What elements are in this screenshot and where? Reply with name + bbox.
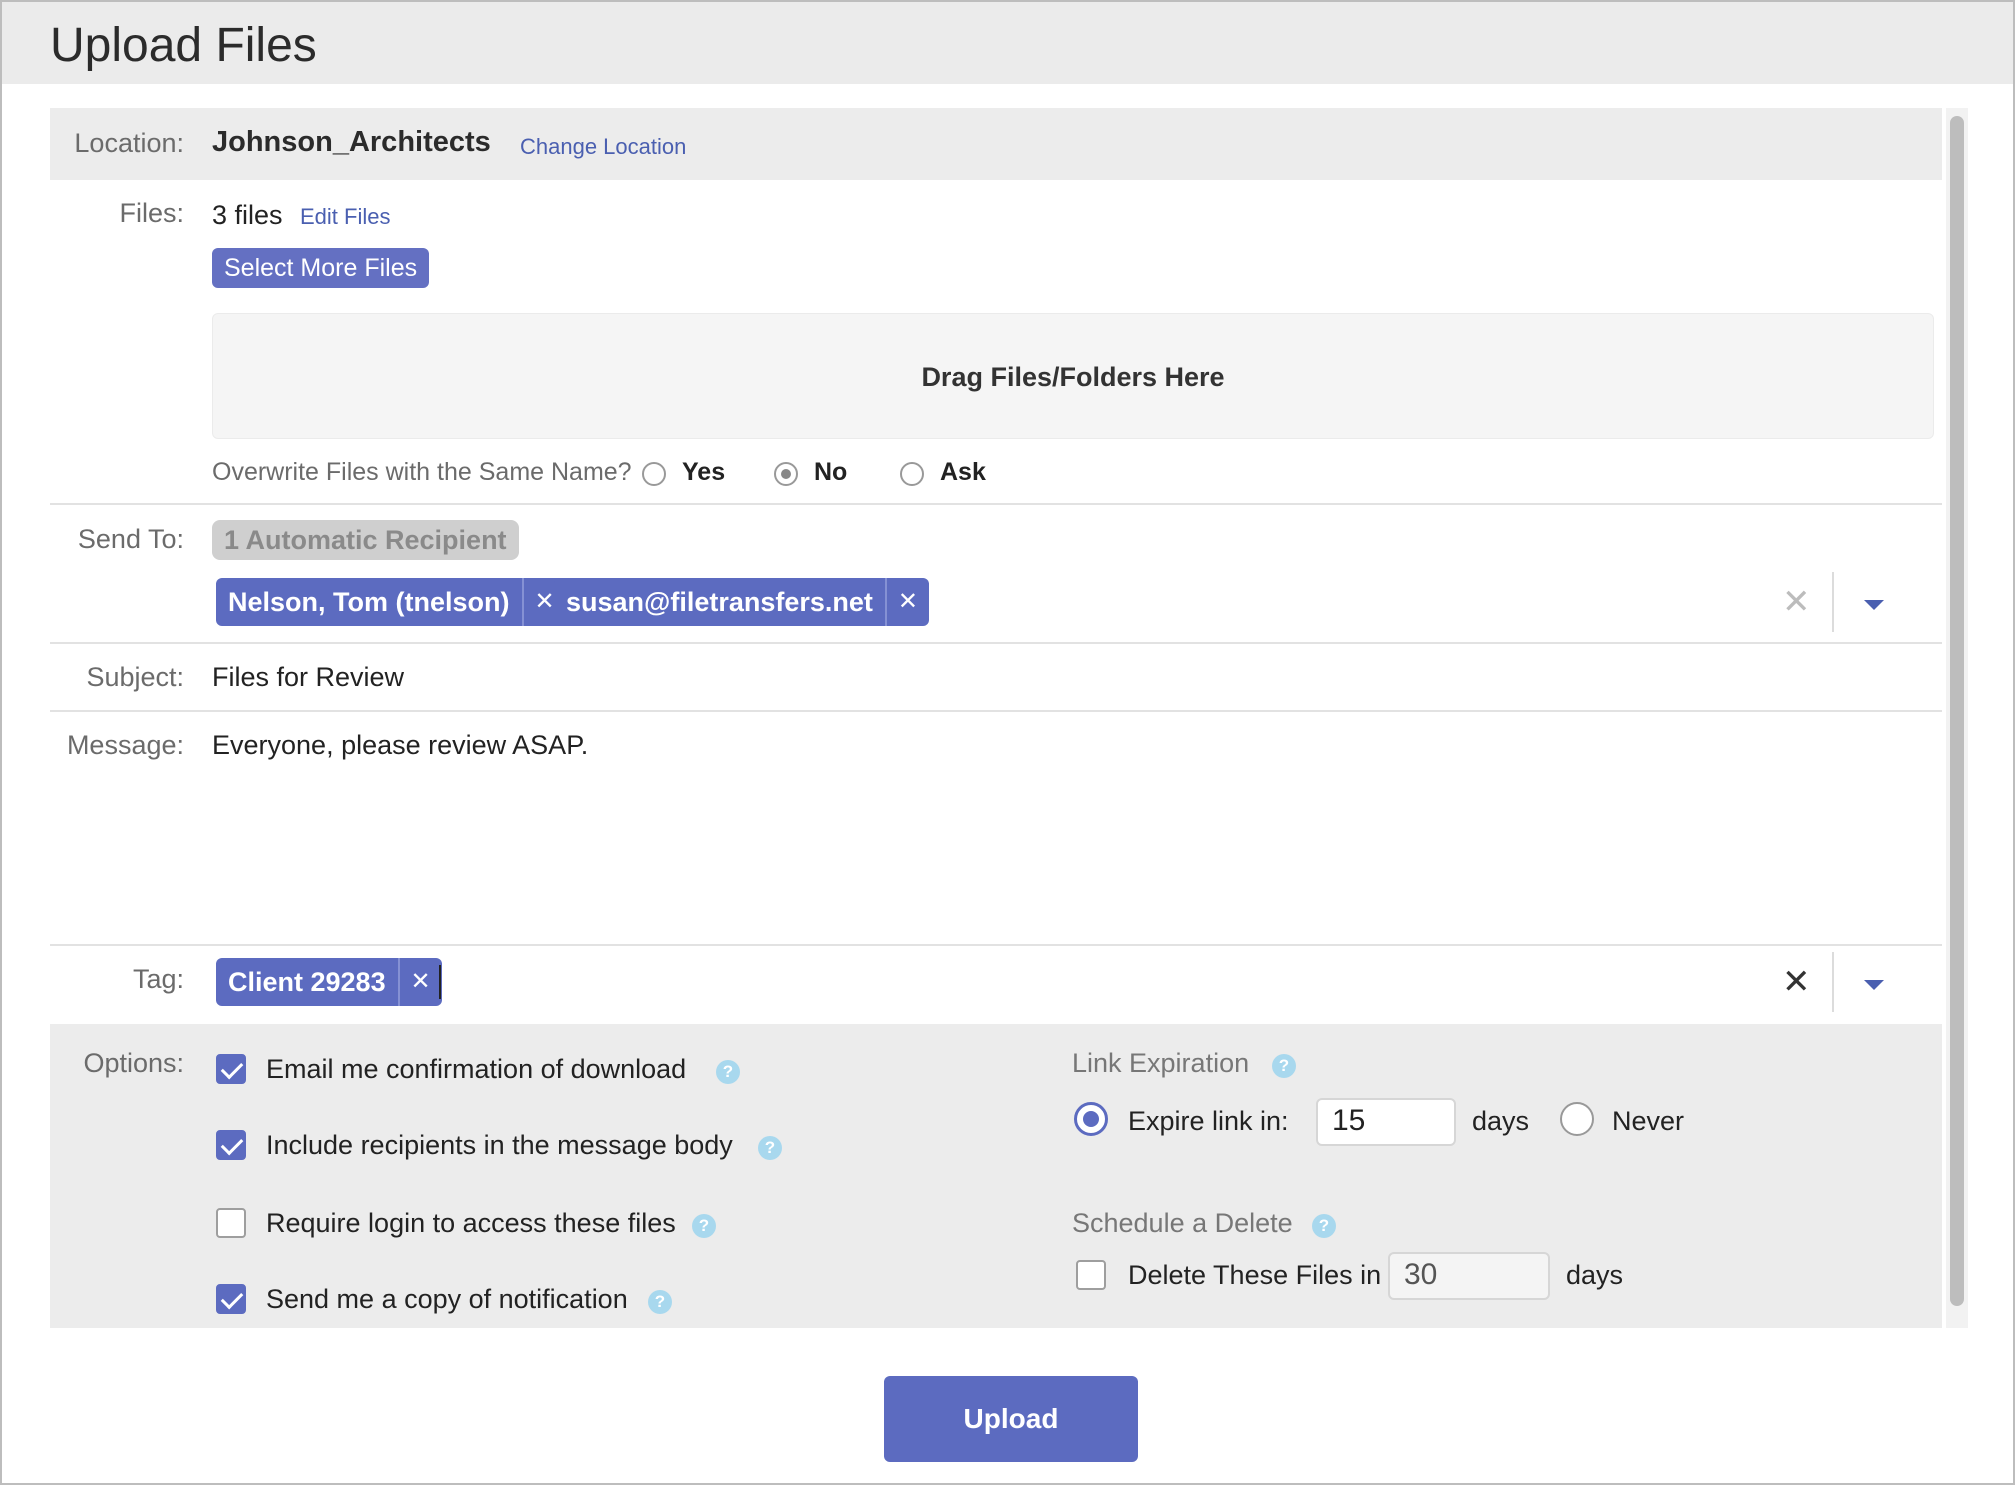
expire-link-radio[interactable]	[1074, 1102, 1108, 1136]
subject-input[interactable]: Files for Review	[212, 662, 404, 693]
email-confirmation-checkbox[interactable]	[216, 1054, 246, 1084]
change-location-link[interactable]: Change Location	[520, 134, 686, 160]
tag-label: Tag:	[132, 964, 184, 994]
dropdown-separator	[1832, 952, 1834, 1012]
tag-chip-label: Client 29283	[228, 967, 386, 997]
location-row: Location: Johnson_Architects Change Loca…	[50, 108, 1942, 180]
tag-input-cursor[interactable]	[439, 965, 441, 999]
tag-chip: Client 29283 ✕	[216, 958, 442, 1006]
overwrite-no-label: No	[814, 458, 848, 486]
divider	[50, 503, 1942, 505]
recipient-chip-label: susan@filetransfers.net	[566, 587, 873, 617]
overwrite-no-radio[interactable]	[774, 462, 798, 486]
delete-days-input[interactable]: 30	[1388, 1252, 1550, 1300]
help-icon[interactable]: ?	[1272, 1054, 1296, 1078]
help-icon[interactable]: ?	[648, 1290, 672, 1314]
expire-days-unit: days	[1472, 1106, 1530, 1136]
include-recipients-checkbox[interactable]	[216, 1130, 246, 1160]
include-recipients-label: Include recipients in the message body	[266, 1130, 733, 1160]
location-value: Johnson_Architects	[212, 126, 491, 158]
remove-tag-icon[interactable]: ✕	[397, 958, 442, 1006]
send-copy-checkbox[interactable]	[216, 1284, 246, 1314]
recipient-chip-label: Nelson, Tom (tnelson)	[228, 587, 510, 617]
edit-files-link[interactable]: Edit Files	[300, 204, 390, 230]
require-login-label: Require login to access these files	[266, 1208, 676, 1238]
automatic-recipient-badge: 1 Automatic Recipient	[212, 520, 519, 560]
dropdown-separator	[1832, 572, 1834, 632]
overwrite-ask-radio[interactable]	[900, 462, 924, 486]
send-copy-label: Send me a copy of notification	[266, 1284, 628, 1314]
files-count: 3 files	[212, 200, 283, 230]
vertical-scrollbar[interactable]	[1946, 108, 1968, 1328]
delete-files-label: Delete These Files in	[1128, 1260, 1382, 1290]
overwrite-yes-label: Yes	[682, 458, 726, 486]
upload-form: Location: Johnson_Architects Change Loca…	[50, 108, 1942, 1328]
delete-files-checkbox[interactable]	[1076, 1260, 1106, 1290]
help-icon[interactable]: ?	[758, 1136, 782, 1160]
tags-dropdown-icon[interactable]	[1864, 980, 1884, 990]
require-login-checkbox[interactable]	[216, 1208, 246, 1238]
never-expire-radio[interactable]	[1560, 1102, 1594, 1136]
never-expire-label: Never	[1612, 1106, 1685, 1136]
options-section: Options: Email me confirmation of downlo…	[50, 1024, 1942, 1328]
recipient-chip: susan@filetransfers.net ✕	[554, 578, 929, 626]
divider	[50, 944, 1942, 946]
link-expiration-title: Link Expiration	[1072, 1048, 1250, 1078]
help-icon[interactable]: ?	[716, 1060, 740, 1084]
subject-label: Subject:	[86, 662, 184, 692]
clear-tags-icon[interactable]: ✕	[1782, 962, 1811, 1002]
help-icon[interactable]: ?	[692, 1214, 716, 1238]
title-bar: Upload Files	[2, 2, 2013, 84]
email-confirmation-label: Email me confirmation of download	[266, 1054, 687, 1084]
recipient-chip: Nelson, Tom (tnelson) ✕	[216, 578, 566, 626]
dropzone-text: Drag Files/Folders Here	[921, 362, 1225, 392]
overwrite-ask-label: Ask	[940, 458, 986, 486]
schedule-delete-title: Schedule a Delete	[1072, 1208, 1293, 1238]
help-icon[interactable]: ?	[1312, 1214, 1336, 1238]
recipients-dropdown-icon[interactable]	[1864, 600, 1884, 610]
message-label: Message:	[66, 730, 184, 760]
send-to-label: Send To:	[77, 524, 184, 554]
delete-days-unit: days	[1566, 1260, 1624, 1290]
upload-button[interactable]: Upload	[884, 1376, 1138, 1462]
message-textarea[interactable]: Everyone, please review ASAP.	[212, 730, 1912, 930]
upload-files-window: Upload Files Location: Johnson_Architect…	[0, 0, 2015, 1485]
file-dropzone[interactable]: Drag Files/Folders Here	[212, 313, 1934, 439]
expire-link-label: Expire link in:	[1128, 1106, 1289, 1136]
overwrite-question: Overwrite Files with the Same Name?	[212, 458, 632, 486]
location-label: Location:	[74, 128, 184, 158]
files-label: Files:	[119, 198, 184, 228]
page-title: Upload Files	[50, 19, 317, 72]
expire-days-input[interactable]: 15	[1316, 1098, 1456, 1146]
divider	[50, 642, 1942, 644]
select-more-files-button[interactable]: Select More Files	[212, 248, 430, 288]
remove-recipient-icon[interactable]: ✕	[884, 578, 929, 626]
scrollbar-thumb[interactable]	[1950, 116, 1964, 1306]
clear-recipients-icon[interactable]: ✕	[1782, 582, 1811, 622]
divider	[50, 710, 1942, 712]
options-label: Options:	[83, 1048, 184, 1078]
overwrite-yes-radio[interactable]	[642, 462, 666, 486]
